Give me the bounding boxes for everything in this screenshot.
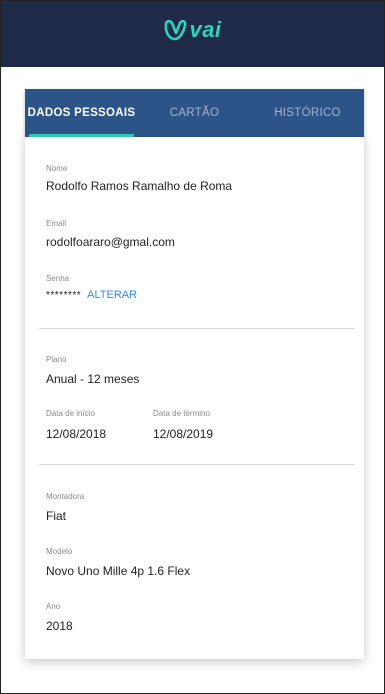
year-value: 2018 [46,619,73,633]
logo-text: vai [189,17,222,42]
brand-label: Montadora [46,492,85,501]
email-value: rodolfoararo@gmal.com [46,235,175,249]
model-value: Novo Uno Mille 4p 1.6 Flex [46,564,191,578]
start-date-label: Data de início [46,409,95,418]
year-label: Ano [46,602,61,611]
password-label: Senha [46,274,70,283]
password-value: ******** [46,289,82,301]
app-header: vai [1,1,384,67]
divider [39,328,354,329]
end-date-value: 12/08/2019 [153,427,214,441]
start-date-value: 12/08/2018 [46,427,107,441]
password-row: ******** ALTERAR [46,289,137,301]
tab-historico[interactable]: HISTÓRICO [251,89,364,137]
profile-tabs: DADOS PESSOAIS CARTÃO HISTÓRICO [25,89,364,137]
logo-mark-icon [165,19,187,41]
plan-label: Plano [46,355,67,364]
change-password-link[interactable]: ALTERAR [87,289,137,301]
divider [39,464,354,465]
app-frame: vai DADOS PESSOAIS CARTÃO HISTÓRICO Nome… [0,0,385,694]
tab-cartao[interactable]: CARTÃO [138,89,251,137]
plan-value: Anual - 12 meses [46,372,140,386]
email-label: Email [46,219,67,228]
model-label: Modelo [46,547,73,556]
name-label: Nome [46,164,68,173]
name-value: Rodolfo Ramos Ramalho de Roma [46,179,233,193]
profile-card: Nome Rodolfo Ramos Ramalho de Roma Email… [25,137,364,659]
tab-dados-pessoais[interactable]: DADOS PESSOAIS [25,89,138,137]
app-logo: vai [163,17,221,43]
brand-value: Fiat [46,509,67,523]
end-date-label: Data de término [153,409,210,418]
